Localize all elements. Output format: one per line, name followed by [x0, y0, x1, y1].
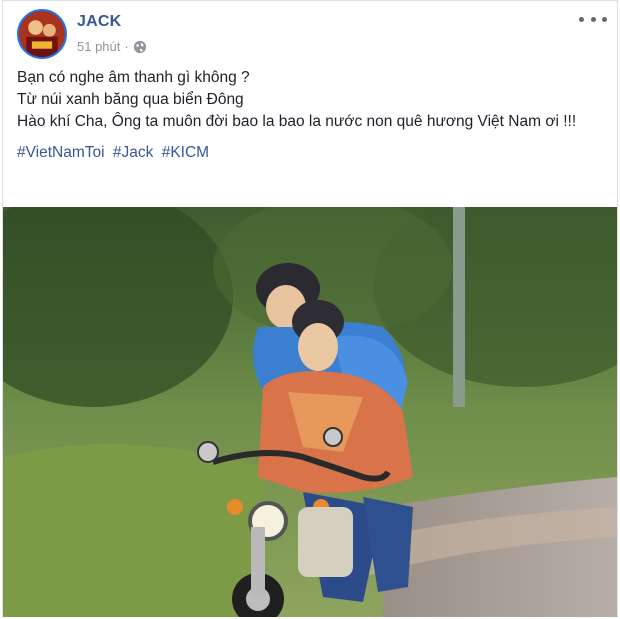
globe-icon[interactable] [133, 40, 147, 54]
avatar[interactable] [17, 9, 67, 59]
post-header: JACK 51 phút · [17, 9, 607, 61]
hashtags: #VietNamToi #Jack #KICM [17, 142, 601, 164]
post-photo[interactable] [3, 207, 617, 617]
meta-separator: · [124, 39, 129, 54]
hashtag-link[interactable]: #VietNamToi [17, 144, 105, 161]
avatar-image [19, 11, 65, 57]
hashtag-link[interactable]: #KICM [162, 144, 209, 161]
post-line: Từ núi xanh băng qua biển Đông [17, 91, 244, 108]
more-dot [590, 16, 596, 22]
post-meta: 51 phút · [77, 39, 147, 54]
post-line: Hào khí Cha, Ông ta muôn đời bao la bao … [17, 113, 577, 130]
more-dot [602, 16, 607, 22]
post-text: Bạn có nghe âm thanh gì không ? Từ núi x… [17, 67, 601, 164]
facebook-post: JACK 51 phút · Bạn có nghe âm thanh gì k… [2, 0, 618, 617]
more-dot [579, 16, 584, 22]
post-time[interactable]: 51 phút [77, 39, 120, 54]
hashtag-link[interactable]: #Jack [113, 144, 154, 161]
post-line: Bạn có nghe âm thanh gì không ? [17, 69, 250, 86]
author-name[interactable]: JACK [77, 13, 121, 31]
photo-motorbike-riders [3, 207, 617, 617]
more-options-icon[interactable] [579, 11, 607, 27]
